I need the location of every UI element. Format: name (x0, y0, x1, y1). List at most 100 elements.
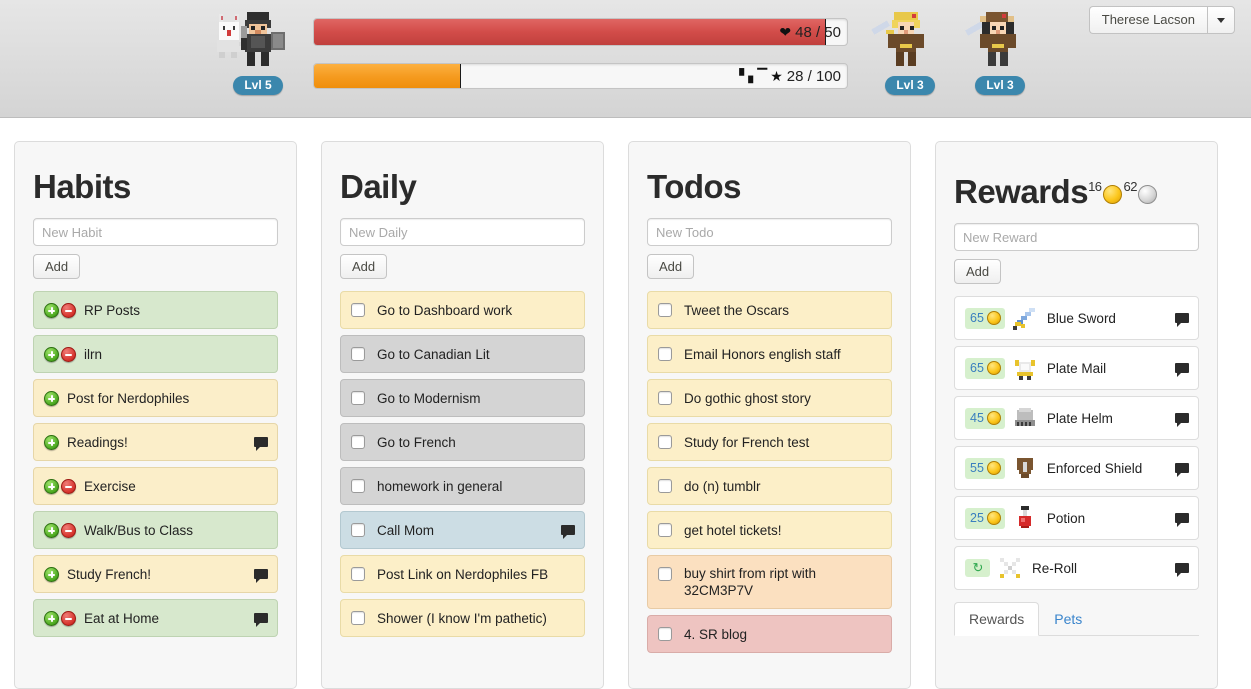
party-member-2[interactable]: Lvl 3 (955, 6, 1045, 95)
task-checkbox[interactable] (658, 435, 672, 449)
task-row[interactable]: Do gothic ghost story (647, 379, 892, 417)
minus-icon[interactable] (61, 346, 76, 362)
task-checkbox[interactable] (658, 303, 672, 317)
tab-rewards[interactable]: Rewards (954, 602, 1040, 636)
task-row[interactable]: RP Posts (33, 291, 278, 329)
task-row[interactable]: get hotel tickets! (647, 511, 892, 549)
task-checkbox[interactable] (351, 303, 365, 317)
minus-icon[interactable] (61, 610, 76, 626)
task-row[interactable]: Eat at Home (33, 599, 278, 637)
reward-row[interactable]: 45 Plate Helm (954, 396, 1199, 440)
tab-pets[interactable]: Pets (1039, 602, 1097, 636)
task-row[interactable]: Shower (I know I'm pathetic) (340, 599, 585, 637)
task-checkbox[interactable] (658, 347, 672, 361)
plus-icon[interactable] (44, 434, 59, 450)
new-todo-input[interactable] (647, 218, 892, 246)
comment-bubble-icon[interactable] (254, 569, 268, 583)
task-checkbox[interactable] (351, 435, 365, 449)
reward-row[interactable]: 65 Plate Mail (954, 346, 1199, 390)
task-row[interactable]: do (n) tumblr (647, 467, 892, 505)
signal-bars-icon: ▘▖▔ (739, 68, 767, 83)
heart-icon: ❤ (779, 24, 792, 40)
task-label: ilrn (84, 346, 103, 362)
main-avatar[interactable]: Lvl 5 (213, 6, 303, 95)
comment-bubble-icon[interactable] (254, 437, 268, 451)
reward-row[interactable]: 65 Blue Sword (954, 296, 1199, 340)
minus-icon[interactable] (61, 522, 76, 538)
comment-bubble-icon[interactable] (1175, 363, 1189, 377)
task-row[interactable]: Exercise (33, 467, 278, 505)
task-row[interactable]: Post for Nerdophiles (33, 379, 278, 417)
reward-cost[interactable]: ↻ (965, 559, 990, 577)
task-row[interactable]: Go to Modernism (340, 379, 585, 417)
reward-label: Potion (1046, 510, 1086, 526)
task-checkbox[interactable] (351, 567, 365, 581)
task-checkbox[interactable] (351, 611, 365, 625)
new-daily-input[interactable] (340, 218, 585, 246)
minus-icon[interactable] (61, 478, 76, 494)
task-checkbox[interactable] (658, 567, 672, 581)
plus-icon[interactable] (44, 566, 59, 582)
task-row[interactable]: homework in general (340, 467, 585, 505)
task-row[interactable]: Call Mom (340, 511, 585, 549)
comment-bubble-icon[interactable] (1175, 313, 1189, 327)
user-name-button[interactable]: Therese Lacson (1088, 6, 1207, 34)
plus-icon[interactable] (44, 478, 59, 494)
task-row[interactable]: Go to Dashboard work (340, 291, 585, 329)
plus-icon[interactable] (44, 522, 59, 538)
task-checkbox[interactable] (658, 627, 672, 641)
task-checkbox[interactable] (351, 479, 365, 493)
reward-row[interactable]: 55 Enforced Shield (954, 446, 1199, 490)
daily-task-list: Go to Dashboard work Go to Canadian Lit Go… (340, 291, 585, 637)
user-menu-dropdown-button[interactable] (1207, 6, 1235, 34)
gold-coin-icon (1102, 184, 1122, 204)
new-reward-input[interactable] (954, 223, 1199, 251)
reward-cost-value: 65 (970, 360, 984, 375)
new-habit-input[interactable] (33, 218, 278, 246)
task-checkbox[interactable] (351, 523, 365, 537)
task-checkbox[interactable] (351, 391, 365, 405)
task-row[interactable]: buy shirt from ript with 32CM3P7V (647, 555, 892, 609)
reward-cost[interactable]: 45 (965, 407, 1005, 429)
reward-row[interactable]: ↻ Re-Roll (954, 546, 1199, 590)
reward-row[interactable]: 25 Potion (954, 496, 1199, 540)
task-row[interactable]: Post Link on Nerdophiles FB (340, 555, 585, 593)
task-checkbox[interactable] (658, 523, 672, 537)
task-label: Do gothic ghost story (684, 390, 811, 406)
user-menu[interactable]: Therese Lacson (1088, 6, 1235, 34)
task-row[interactable]: Email Honors english staff (647, 335, 892, 373)
task-checkbox[interactable] (351, 347, 365, 361)
task-row[interactable]: Tweet the Oscars (647, 291, 892, 329)
task-checkbox[interactable] (658, 479, 672, 493)
task-row[interactable]: 4. SR blog (647, 615, 892, 653)
task-row[interactable]: Go to French (340, 423, 585, 461)
plus-icon[interactable] (44, 610, 59, 626)
task-row[interactable]: Study for French test (647, 423, 892, 461)
comment-bubble-icon[interactable] (1175, 513, 1189, 527)
experience-bar-value: 28 / 100 (786, 67, 841, 85)
task-row[interactable]: Walk/Bus to Class (33, 511, 278, 549)
plus-icon[interactable] (44, 346, 59, 362)
plus-icon[interactable] (44, 390, 59, 406)
minus-icon[interactable] (61, 302, 76, 318)
task-row[interactable]: Go to Canadian Lit (340, 335, 585, 373)
reward-cost[interactable]: 65 (965, 357, 1005, 379)
task-row[interactable]: Readings! (33, 423, 278, 461)
reward-cost[interactable]: 25 (965, 507, 1005, 529)
reward-cost[interactable]: 55 (965, 457, 1005, 479)
task-checkbox[interactable] (658, 391, 672, 405)
add-habit-button[interactable]: Add (33, 254, 81, 279)
comment-bubble-icon[interactable] (1175, 563, 1189, 577)
task-row[interactable]: Study French! (33, 555, 278, 593)
task-row[interactable]: ilrn (33, 335, 278, 373)
plus-icon[interactable] (44, 302, 59, 318)
comment-bubble-icon[interactable] (1175, 413, 1189, 427)
reward-cost[interactable]: 65 (965, 307, 1005, 329)
add-reward-button[interactable]: Add (954, 259, 1002, 284)
comment-bubble-icon[interactable] (254, 613, 268, 627)
comment-bubble-icon[interactable] (561, 525, 575, 539)
add-todo-button[interactable]: Add (647, 254, 695, 279)
party-member-1[interactable]: Lvl 3 (865, 6, 955, 95)
add-daily-button[interactable]: Add (340, 254, 388, 279)
comment-bubble-icon[interactable] (1175, 463, 1189, 477)
